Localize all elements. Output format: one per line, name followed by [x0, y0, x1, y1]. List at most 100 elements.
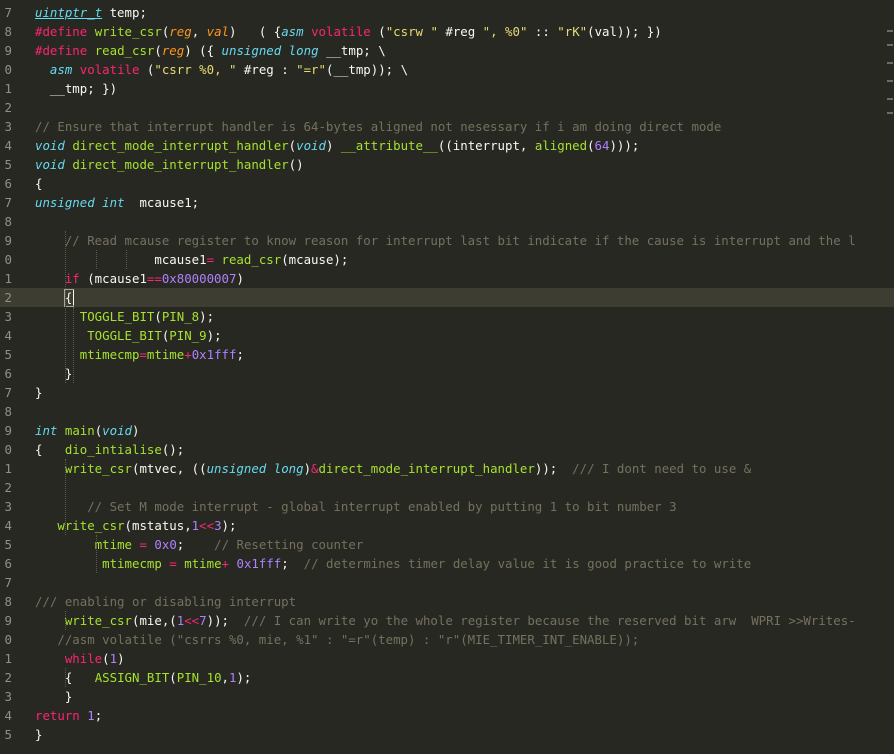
- code-text[interactable]: mtime = 0x0; // Resetting counter: [35, 535, 364, 554]
- code-line[interactable]: 9 // Read mcause register to know reason…: [0, 231, 894, 250]
- code-text[interactable]: return 1;: [35, 706, 102, 725]
- code-text[interactable]: // Ensure that interrupt handler is 64-b…: [35, 117, 721, 136]
- code-line[interactable]: 7 unsigned int mcause1;: [0, 193, 894, 212]
- code-line[interactable]: 2: [0, 98, 894, 117]
- code-text[interactable]: #define write_csr (reg, val) ( {asm volat…: [35, 22, 662, 41]
- code-text[interactable]: while(1): [35, 649, 125, 668]
- code-text[interactable]: }: [35, 687, 72, 706]
- code-text[interactable]: int main(void): [35, 421, 139, 440]
- code-line[interactable]: 5 void direct_mode_interrupt_handler(): [0, 155, 894, 174]
- code-text[interactable]: mtimecmp = mtime+ 0x1fff; // determines …: [35, 554, 751, 573]
- code-token: }: [35, 689, 73, 704]
- code-text[interactable]: if (mcause1==0x80000007): [35, 269, 244, 288]
- code-line[interactable]: 0 { dio_intialise();: [0, 440, 894, 459]
- code-line[interactable]: 3 }: [0, 687, 894, 706]
- code-line[interactable]: 3 // Set M mode interrupt - global inter…: [0, 497, 894, 516]
- code-text[interactable]: }: [35, 725, 42, 744]
- code-line[interactable]: 8 #define write_csr (reg, val) ( {asm vola…: [0, 22, 894, 41]
- code-text[interactable]: mcause1= read_csr(mcause);: [35, 250, 348, 269]
- code-text[interactable]: // Read mcause register to know reason f…: [35, 231, 856, 250]
- code-text[interactable]: mtimecmp=mtime+0x1fff;: [35, 345, 244, 364]
- code-line[interactable]: 5}: [0, 725, 894, 744]
- code-line[interactable]: 4 write_csr(mstatus,1<<3);: [0, 516, 894, 535]
- minimap-scroll-markers[interactable]: [884, 0, 894, 130]
- code-token: ASSIGN_BIT: [94, 670, 170, 685]
- code-line[interactable]: 1 while(1): [0, 649, 894, 668]
- code-line[interactable]: 4 void direct_mode_interrupt_handler(void…: [0, 136, 894, 155]
- code-token: {: [35, 442, 65, 457]
- code-token: /// enabling or disabling interrupt: [35, 594, 297, 609]
- code-text[interactable]: asm volatile ("csrr %0, " #reg : "=r"(__…: [35, 60, 408, 79]
- code-line[interactable]: 8 /// enabling or disabling interrupt: [0, 592, 894, 611]
- code-token: );: [221, 518, 237, 533]
- code-line[interactable]: 0 //asm volatile ("csrrs %0, mie, %1" : …: [0, 630, 894, 649]
- code-text[interactable]: TOGGLE_BIT(PIN_9);: [35, 326, 221, 345]
- code-line[interactable]: 4 return 1;: [0, 706, 894, 725]
- code-text[interactable]: uintptr_t temp;: [35, 3, 147, 22]
- code-line[interactable]: 2 {: [0, 288, 894, 307]
- code-text[interactable]: {: [35, 174, 42, 193]
- code-token: // Set M mode interrupt - global interru…: [87, 499, 677, 514]
- line-number: 8: [4, 404, 12, 419]
- code-editor[interactable]: 7 uintptr_t temp; 8 #define write_csr(reg, …: [0, 0, 894, 754]
- code-text[interactable]: TOGGLE_BIT(PIN_8);: [35, 307, 214, 326]
- code-text[interactable]: write_csr(mtvec, ((unsigned long)&direct…: [35, 459, 751, 478]
- code-line[interactable]: 1 __tmp; }): [0, 79, 894, 98]
- code-text[interactable]: { dio_intialise();: [35, 440, 184, 459]
- code-text[interactable]: __tmp; }): [35, 79, 117, 98]
- code-token: 0x1fff: [191, 347, 237, 362]
- code-line[interactable]: 3 TOGGLE_BIT(PIN_8);: [0, 307, 894, 326]
- code-line[interactable]: 6 }: [0, 364, 894, 383]
- code-line[interactable]: 4 TOGGLE_BIT(PIN_9);: [0, 326, 894, 345]
- code-token: "csrw ": [385, 24, 438, 39]
- code-token: ;: [94, 708, 103, 723]
- code-line[interactable]: 5 mtimecmp=mtime+0x1fff;: [0, 345, 894, 364]
- code-line[interactable]: 8: [0, 212, 894, 231]
- code-line[interactable]: 9 int main(void): [0, 421, 894, 440]
- code-text[interactable]: void direct_mode_interrupt_handler(void)…: [35, 136, 639, 155]
- code-token: //asm volatile ("csrrs %0, mie, %1" : "=…: [57, 632, 640, 647]
- code-line[interactable]: 0 mcause1= read_csr(mcause);: [0, 250, 894, 269]
- line-number: 5: [4, 347, 12, 362]
- code-line[interactable]: 2 { ASSIGN_BIT(PIN_10,1);: [0, 668, 894, 687]
- code-text[interactable]: //asm volatile ("csrrs %0, mie, %1" : "=…: [35, 630, 639, 649]
- code-line[interactable]: 1 write_csr(mtvec, ((unsigned long)&dire…: [0, 459, 894, 478]
- code-text[interactable]: { ASSIGN_BIT(PIN_10,1);: [35, 668, 252, 687]
- code-line[interactable]: 7 uintptr_t temp;: [0, 3, 894, 22]
- code-text[interactable]: write_csr(mstatus,1<<3);: [35, 516, 236, 535]
- code-line[interactable]: 0 asm volatile ("csrr %0, " #reg : "=r"(…: [0, 60, 894, 79]
- code-line[interactable]: 3 // Ensure that interrupt handler is 64-…: [0, 117, 894, 136]
- code-text[interactable]: write_csr(mie,(1<<7)); /// I can write y…: [35, 611, 856, 630]
- code-line[interactable]: 2: [0, 478, 894, 497]
- code-token: int: [35, 423, 58, 438]
- code-line[interactable]: 9 #define read_csr(reg) ({ unsigned long …: [0, 41, 894, 60]
- code-line[interactable]: 8: [0, 402, 894, 421]
- code-text[interactable]: }: [35, 364, 72, 383]
- code-line[interactable]: 7: [0, 573, 894, 592]
- code-text[interactable]: #define read_csr(reg) ({ unsigned long _…: [35, 41, 386, 60]
- code-line[interactable]: 6{: [0, 174, 894, 193]
- code-token: 0x80000007: [161, 271, 237, 286]
- code-text[interactable]: void direct_mode_interrupt_handler(): [35, 155, 304, 174]
- code-line[interactable]: 1 if (mcause1==0x80000007): [0, 269, 894, 288]
- code-token: ;: [236, 347, 244, 362]
- line-number: 2: [4, 290, 12, 305]
- code-line[interactable]: 6 mtimecmp = mtime+ 0x1fff; // determine…: [0, 554, 894, 573]
- code-line[interactable]: 7}: [0, 383, 894, 402]
- code-text[interactable]: unsigned int mcause1;: [35, 193, 199, 212]
- code-text[interactable]: }: [35, 383, 42, 402]
- line-number: 0: [4, 252, 12, 267]
- code-text[interactable]: // Set M mode interrupt - global interru…: [35, 497, 677, 516]
- line-number: 3: [4, 499, 12, 514]
- code-token: mtime: [146, 347, 185, 362]
- code-line[interactable]: 9 write_csr(mie,(1<<7)); /// I can write…: [0, 611, 894, 630]
- code-text[interactable]: /// enabling or disabling interrupt: [35, 592, 296, 611]
- code-token: (val)); }): [587, 24, 662, 39]
- line-number: 1: [4, 461, 12, 476]
- code-line[interactable]: 5 mtime = 0x0; // Resetting counter: [0, 535, 894, 554]
